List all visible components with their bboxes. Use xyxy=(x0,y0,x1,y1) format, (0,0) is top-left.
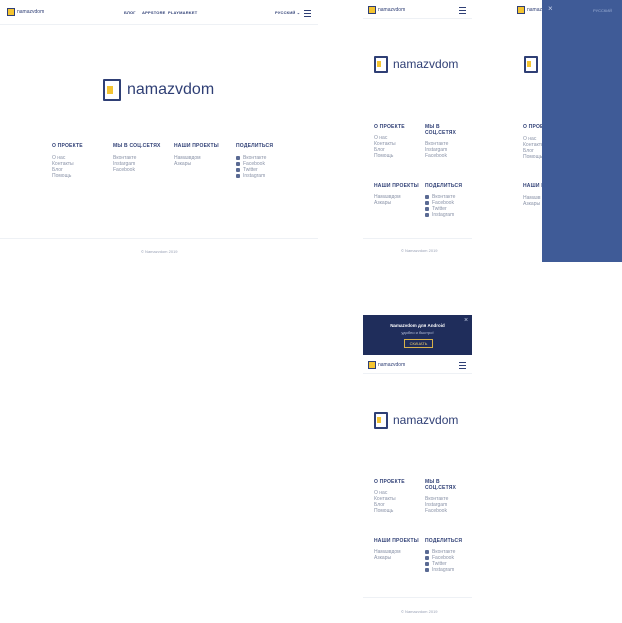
header-divider xyxy=(363,18,472,19)
link-azkary[interactable]: Азкары xyxy=(374,555,419,561)
link-azkary[interactable]: Азкары xyxy=(374,200,419,206)
house-logo-icon xyxy=(368,6,376,14)
brand-logo[interactable]: namazvdom xyxy=(368,6,405,14)
language-select[interactable]: РУССКИЙ ⌄ xyxy=(275,10,300,15)
house-logo-icon xyxy=(517,6,525,14)
footer-social: МЫ В СОЦ.СЕТЯХ Вконтакте Instargam Faceb… xyxy=(113,143,161,173)
chevron-down-icon: ⌄ xyxy=(296,10,301,15)
hero-brand-name: namazvdom xyxy=(127,81,215,98)
vk-icon xyxy=(236,155,240,160)
footer-about: О ПРОЕКТЕ О нас Контакты Блог Помощь xyxy=(374,479,405,514)
desktop-view: namazvdom БЛОГ APPSTORE PLAYMARKET РУССК… xyxy=(0,0,318,262)
link-facebook[interactable]: Facebook xyxy=(425,153,472,159)
nav-appstore[interactable]: APPSTORE xyxy=(142,10,166,15)
mobile-banner-view: namazvdom namazvdom О ПРОЕКТЕ О нас Конт… xyxy=(363,355,472,623)
footer-share-title: ПОДЕЛИТЬСЯ xyxy=(236,143,274,149)
footer-projects: НАШИ ПРОЕКТЫ Намазвдом Азкары xyxy=(174,143,219,167)
footer-share: ПОДЕЛИТЬСЯ Вконтакте Facebook Twitter In… xyxy=(236,143,273,179)
footer-divider xyxy=(363,597,472,598)
footer-projects-title: НАШИ ПРОЕКТЫ xyxy=(374,183,419,189)
footer-social: МЫ В СОЦ.СЕТЯХ Вконтакте Instargam Faceb… xyxy=(425,479,472,514)
brand-logo[interactable]: namazvdom xyxy=(7,8,44,16)
footer-social-title: МЫ В СОЦ.СЕТЯХ xyxy=(113,143,161,149)
copyright: © Namazvdom 2019 xyxy=(141,249,178,254)
vk-icon xyxy=(425,194,429,199)
hero-logo: namazvdom xyxy=(103,79,223,101)
brand-logo[interactable]: namazvdom xyxy=(368,361,405,369)
desktop-header: namazvdom БЛОГ APPSTORE PLAYMARKET РУССК… xyxy=(0,0,318,24)
link-facebook[interactable]: Facebook xyxy=(425,508,472,514)
twitter-icon xyxy=(425,561,429,566)
twitter-icon xyxy=(236,167,240,172)
footer-projects: НАШИ ПРОЕКТЫ Намазвдом Азкары xyxy=(374,538,419,561)
close-icon[interactable]: × xyxy=(548,4,553,13)
app-banner: × Namazvdom для Android удобно и быстро!… xyxy=(363,315,472,355)
footer-about-title: О ПРОЕКТЕ xyxy=(374,479,405,485)
footer-divider xyxy=(0,238,318,239)
nav-playmarket[interactable]: PLAYMARKET xyxy=(168,10,197,15)
footer-divider xyxy=(363,238,472,239)
share-instagram[interactable]: Instagram xyxy=(236,173,273,179)
footer-projects: НАШИ ПРОЕКТЫ Намазвдом Азкары xyxy=(374,183,419,206)
facebook-icon xyxy=(425,555,429,560)
footer-social-title: МЫ В СОЦ.СЕТЯХ xyxy=(425,479,457,491)
copyright: © Namazvdom 2019 xyxy=(401,248,438,253)
footer-share: ПОДЕЛИТЬСЯ Вконтакте Facebook Twitter In… xyxy=(425,538,462,573)
footer-about-title: О ПРОЕКТЕ xyxy=(52,143,83,149)
share-instagram[interactable]: Instagram xyxy=(425,212,462,218)
menu-icon[interactable] xyxy=(459,362,466,369)
twitter-icon xyxy=(425,206,429,211)
mobile-header: namazvdom xyxy=(363,0,472,18)
footer-share-title: ПОДЕЛИТЬСЯ xyxy=(425,538,463,544)
logo-accent xyxy=(377,61,381,67)
footer-about: О ПРОЕКТЕ О нас Контакты Блог Помощь xyxy=(52,143,83,179)
link-help[interactable]: Помощь xyxy=(374,508,405,514)
link-facebook[interactable]: Facebook xyxy=(113,167,161,173)
footer-social-title: МЫ В СОЦ.СЕТЯХ xyxy=(425,124,457,136)
menu-icon[interactable] xyxy=(459,7,466,14)
house-logo-icon xyxy=(368,361,376,369)
banner-title: Namazvdom для Android xyxy=(390,323,445,328)
header-divider xyxy=(0,24,318,25)
footer-about-title-cut: О ПРОЕ xyxy=(523,124,544,130)
footer-share: ПОДЕЛИТЬСЯ Вконтакте Facebook Twitter In… xyxy=(425,183,462,218)
footer-projects-title: НАШИ ПРОЕКТЫ xyxy=(374,538,419,544)
footer-projects-cut: Намазв Азкары xyxy=(523,195,541,207)
link-help[interactable]: Помощь xyxy=(52,173,83,179)
footer-social: МЫ В СОЦ.СЕТЯХ Вконтакте Instargam Faceb… xyxy=(425,124,472,159)
copyright: © Namazvdom 2019 xyxy=(401,609,438,614)
hero-brand-name: namazvdom xyxy=(393,57,459,71)
logo-accent xyxy=(107,86,113,94)
hero-brand-name: namazvdom xyxy=(393,413,459,427)
house-logo-icon xyxy=(7,8,15,16)
overlay-language[interactable]: РУССКИЙ xyxy=(593,8,612,13)
hero-logo: namazvdom xyxy=(374,412,474,430)
download-button[interactable]: СКАЧАТЬ xyxy=(404,339,433,348)
facebook-icon xyxy=(425,200,429,205)
hero-logo: namazvdom xyxy=(374,56,474,74)
link-help[interactable]: Помощь xyxy=(374,153,405,159)
facebook-icon xyxy=(236,161,240,166)
footer-about-title: О ПРОЕКТЕ xyxy=(374,124,405,130)
header-divider xyxy=(363,373,472,374)
footer-share-title: ПОДЕЛИТЬСЯ xyxy=(425,183,463,189)
instagram-icon xyxy=(425,212,429,217)
share-instagram[interactable]: Instagram xyxy=(425,567,462,573)
vk-icon xyxy=(425,549,429,554)
mobile-view: namazvdom namazvdom О ПРОЕКТЕ О нас Конт… xyxy=(363,0,472,262)
footer-projects-title: НАШИ ПРОЕКТЫ xyxy=(174,143,219,149)
instagram-icon xyxy=(236,173,240,178)
menu-overlay: × РУССКИЙ xyxy=(542,0,622,262)
menu-icon[interactable] xyxy=(304,10,311,17)
logo-accent xyxy=(377,417,381,423)
nav-blog[interactable]: БЛОГ xyxy=(124,10,136,15)
logo-accent xyxy=(527,61,531,67)
footer-about: О ПРОЕКТЕ О нас Контакты Блог Помощь xyxy=(374,124,405,159)
link-azkary[interactable]: Азкары xyxy=(174,161,219,167)
instagram-icon xyxy=(425,567,429,572)
link-azkary[interactable]: Азкары xyxy=(523,201,541,207)
banner-subtitle: удобно и быстро! xyxy=(401,330,434,335)
